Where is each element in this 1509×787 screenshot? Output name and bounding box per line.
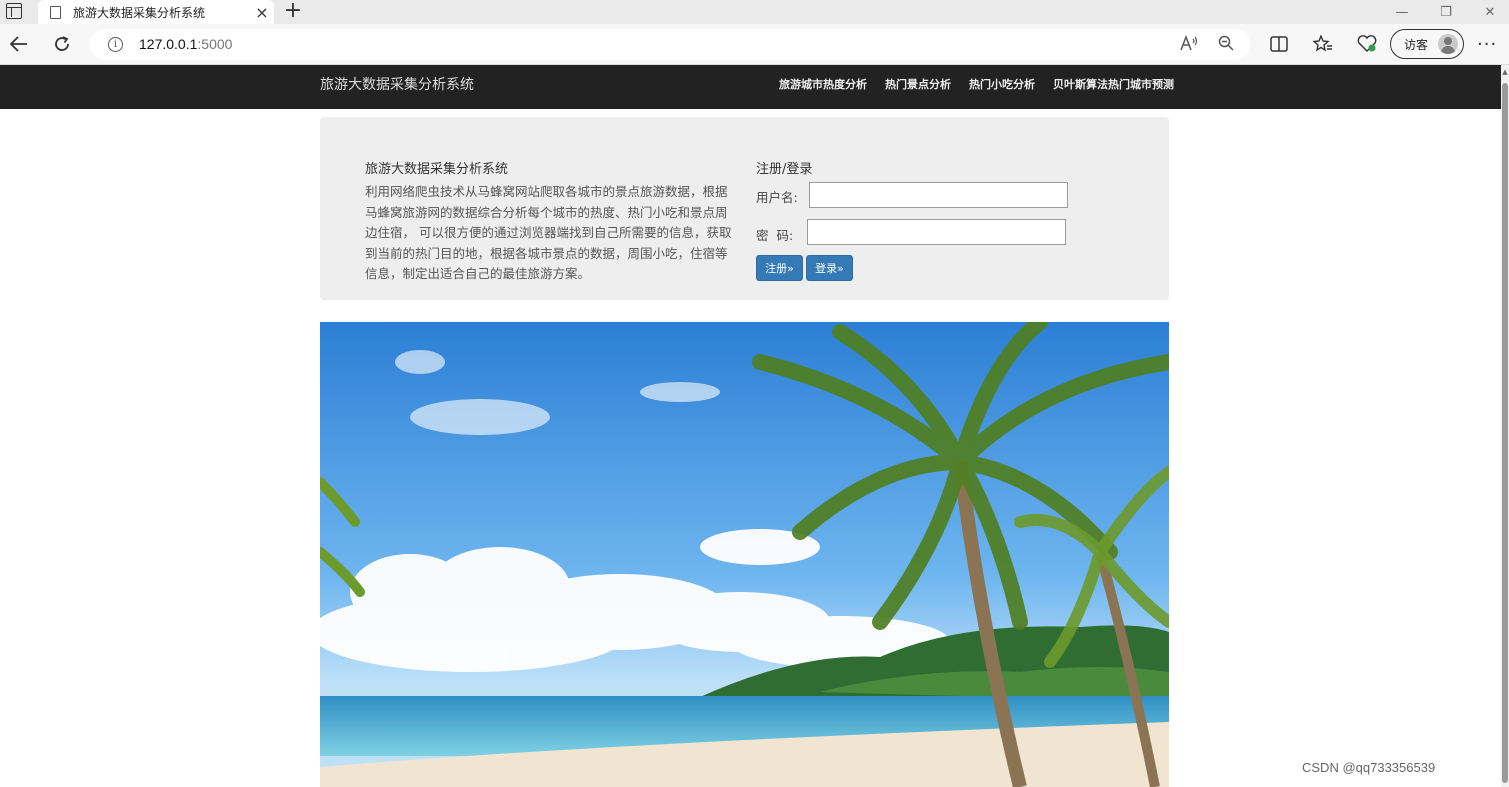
- intro-text: 利用网络爬虫技术从马蜂窝网站爬取各城市的景点旅游数据，根据马蜂窝旅游网的数据综合…: [365, 184, 732, 281]
- nav-links: 旅游城市热度分析 热门景点分析 热门小吃分析 贝叶斯算法热门城市预测: [770, 76, 1183, 92]
- tab-actions-icon[interactable]: [6, 3, 22, 19]
- new-tab-button[interactable]: +: [283, 0, 303, 23]
- username-label: 用户名:: [756, 190, 798, 205]
- favorites-icon[interactable]: [1312, 33, 1334, 55]
- site-info-icon[interactable]: i: [108, 37, 123, 52]
- zoom-icon[interactable]: [1218, 35, 1234, 55]
- page-scrollbar[interactable]: ▲: [1501, 65, 1509, 787]
- close-window-button[interactable]: ✕: [1468, 0, 1509, 24]
- scroll-up-icon[interactable]: ▲: [1501, 68, 1509, 76]
- nav-link-hot-snacks[interactable]: 热门小吃分析: [960, 76, 1044, 92]
- refresh-icon[interactable]: [50, 32, 74, 56]
- tab-title: 旅游大数据采集分析系统: [73, 5, 206, 20]
- browser-tab[interactable]: 旅游大数据采集分析系统 ×: [38, 0, 274, 24]
- site-navbar: 旅游大数据采集分析系统 旅游城市热度分析 热门景点分析 热门小吃分析 贝叶斯算法…: [0, 65, 1501, 109]
- close-tab-icon[interactable]: ×: [250, 3, 274, 22]
- register-button[interactable]: 注册»: [756, 255, 803, 281]
- intro-title: 旅游大数据采集分析系统: [365, 162, 509, 177]
- read-aloud-icon[interactable]: [1180, 34, 1198, 55]
- minimize-button[interactable]: —: [1380, 0, 1424, 24]
- watermark: CSDN @qq733356539: [1302, 760, 1436, 775]
- url-field[interactable]: i 127.0.0.1:5000: [90, 29, 1250, 60]
- site-brand[interactable]: 旅游大数据采集分析系统: [320, 74, 474, 94]
- browser-tab-bar: 旅游大数据采集分析系统 × + — ❐ ✕: [0, 0, 1509, 24]
- nav-link-bayes-prediction[interactable]: 贝叶斯算法热门城市预测: [1044, 76, 1183, 92]
- nav-link-city-heat[interactable]: 旅游城市热度分析: [770, 76, 876, 92]
- nav-link-hot-spots[interactable]: 热门景点分析: [876, 76, 960, 92]
- profile-button[interactable]: 访客: [1390, 29, 1464, 59]
- browser-essentials-icon[interactable]: [1356, 33, 1378, 55]
- back-arrow-icon[interactable]: [7, 32, 31, 56]
- guest-label: 访客: [1404, 37, 1429, 52]
- scroll-thumb[interactable]: [1502, 83, 1508, 783]
- avatar-icon: [1438, 34, 1458, 54]
- password-label: 密 码:: [756, 228, 794, 243]
- login-button[interactable]: 登录»: [806, 255, 853, 281]
- more-menu-icon[interactable]: ···: [1477, 34, 1497, 55]
- address-bar: i 127.0.0.1:5000 访客 ···: [0, 24, 1509, 65]
- page-icon: [50, 5, 61, 19]
- login-title: 注册/登录: [756, 162, 813, 177]
- intro-panel: 旅游大数据采集分析系统 利用网络爬虫技术从马蜂窝网站爬取各城市的景点旅游数据，根…: [320, 117, 1169, 300]
- beach-photo: [320, 322, 1169, 787]
- restore-button[interactable]: ❐: [1424, 0, 1468, 24]
- password-input[interactable]: [807, 219, 1066, 245]
- username-input[interactable]: [809, 182, 1068, 208]
- url-text: 127.0.0.1:5000: [139, 36, 233, 52]
- split-screen-icon[interactable]: [1268, 33, 1290, 55]
